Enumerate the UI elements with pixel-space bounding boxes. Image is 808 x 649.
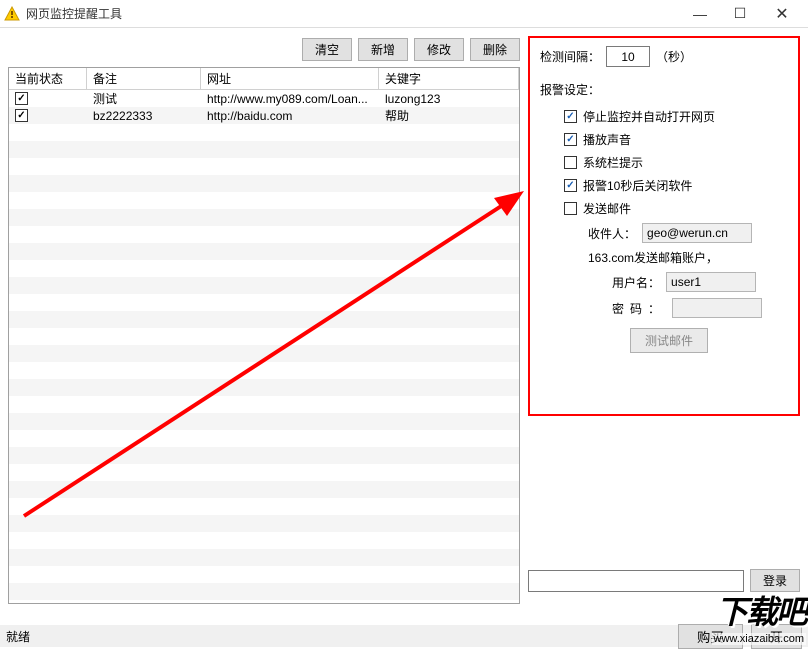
label-play-sound: 播放声音 bbox=[583, 131, 631, 148]
clear-button[interactable]: 清空 bbox=[302, 38, 352, 61]
table-row-empty bbox=[9, 345, 519, 362]
interval-input[interactable] bbox=[606, 46, 650, 67]
minimize-button[interactable]: — bbox=[680, 0, 720, 28]
cell-keyword: luzong123 bbox=[379, 90, 519, 107]
status-text: 就绪 bbox=[6, 628, 670, 645]
label-close-10s: 报警10秒后关闭软件 bbox=[583, 177, 692, 194]
table-row-empty bbox=[9, 260, 519, 277]
table-row-empty bbox=[9, 481, 519, 498]
recipient-label: 收件人： bbox=[588, 225, 636, 242]
row-checkbox[interactable] bbox=[15, 109, 28, 122]
checkbox-close-10s[interactable] bbox=[564, 179, 577, 192]
table-row-empty bbox=[9, 447, 519, 464]
header-url[interactable]: 网址 bbox=[201, 68, 379, 89]
username-input[interactable] bbox=[666, 272, 756, 292]
mail-account-note: 163.com发送邮箱账户， bbox=[588, 249, 718, 266]
table-row-empty bbox=[9, 277, 519, 294]
table-row-empty bbox=[9, 430, 519, 447]
table-row-empty bbox=[9, 515, 519, 532]
cell-url: http://baidu.com bbox=[201, 107, 379, 124]
maximize-button[interactable]: ☐ bbox=[720, 0, 760, 28]
table-row-empty bbox=[9, 175, 519, 192]
table-row-empty bbox=[9, 311, 519, 328]
left-pane: 清空 新增 修改 删除 当前状态 备注 网址 关键字 测试http://www.… bbox=[8, 36, 520, 604]
table-row-empty bbox=[9, 243, 519, 260]
table-row-empty bbox=[9, 192, 519, 209]
table-row-empty bbox=[9, 362, 519, 379]
table-row-empty bbox=[9, 498, 519, 515]
table-row[interactable]: 测试http://www.my089.com/Loan...luzong123 bbox=[9, 90, 519, 107]
table-row-empty bbox=[9, 600, 519, 603]
table-row-empty bbox=[9, 294, 519, 311]
table-row-empty bbox=[9, 379, 519, 396]
buy-button[interactable]: 购买 bbox=[678, 624, 743, 649]
username-label: 用户名： bbox=[612, 274, 660, 291]
right-pane: 检测间隔： （秒） 报警设定： 停止监控并自动打开网页 播放声音 系统栏提示 bbox=[528, 36, 800, 604]
checkbox-tray-tip[interactable] bbox=[564, 156, 577, 169]
table-row-empty bbox=[9, 328, 519, 345]
header-state[interactable]: 当前状态 bbox=[9, 68, 87, 89]
table-row-empty bbox=[9, 464, 519, 481]
titlebar: 网页监控提醒工具 — ☐ ✕ bbox=[0, 0, 808, 28]
table-row-empty bbox=[9, 566, 519, 583]
statusbar: 就绪 购买 开 bbox=[0, 625, 808, 647]
table-row-empty bbox=[9, 549, 519, 566]
list-header: 当前状态 备注 网址 关键字 bbox=[9, 68, 519, 90]
header-keyword[interactable]: 关键字 bbox=[379, 68, 519, 89]
password-input[interactable] bbox=[672, 298, 762, 318]
list-body: 测试http://www.my089.com/Loan...luzong123b… bbox=[9, 90, 519, 603]
open-button[interactable]: 开 bbox=[751, 624, 802, 649]
cell-url: http://www.my089.com/Loan... bbox=[201, 90, 379, 107]
close-button[interactable]: ✕ bbox=[760, 0, 804, 28]
window-title: 网页监控提醒工具 bbox=[26, 5, 680, 22]
row-checkbox[interactable] bbox=[15, 92, 28, 105]
table-row-empty bbox=[9, 226, 519, 243]
login-input[interactable] bbox=[528, 570, 744, 592]
cell-note: 测试 bbox=[87, 90, 201, 107]
table-row-empty bbox=[9, 396, 519, 413]
login-row: 登录 bbox=[528, 569, 800, 604]
checkbox-stop-open[interactable] bbox=[564, 110, 577, 123]
toolbar: 清空 新增 修改 删除 bbox=[8, 36, 520, 67]
recipient-input[interactable] bbox=[642, 223, 752, 243]
label-stop-open: 停止监控并自动打开网页 bbox=[583, 108, 715, 125]
table-row-empty bbox=[9, 124, 519, 141]
table-row[interactable]: bz2222333http://baidu.com帮助 bbox=[9, 107, 519, 124]
delete-button[interactable]: 删除 bbox=[470, 38, 520, 61]
table-row-empty bbox=[9, 583, 519, 600]
monitor-list[interactable]: 当前状态 备注 网址 关键字 测试http://www.my089.com/Lo… bbox=[8, 67, 520, 604]
add-button[interactable]: 新增 bbox=[358, 38, 408, 61]
label-tray-tip: 系统栏提示 bbox=[583, 154, 643, 171]
edit-button[interactable]: 修改 bbox=[414, 38, 464, 61]
login-button[interactable]: 登录 bbox=[750, 569, 800, 592]
test-mail-button[interactable]: 测试邮件 bbox=[630, 328, 708, 353]
interval-label: 检测间隔： bbox=[540, 48, 600, 65]
alarm-settings-label: 报警设定： bbox=[540, 81, 600, 98]
header-note[interactable]: 备注 bbox=[87, 68, 201, 89]
table-row-empty bbox=[9, 158, 519, 175]
app-icon bbox=[4, 6, 20, 22]
checkbox-send-mail[interactable] bbox=[564, 202, 577, 215]
interval-unit: （秒） bbox=[656, 48, 692, 65]
label-send-mail: 发送邮件 bbox=[583, 200, 631, 217]
table-row-empty bbox=[9, 141, 519, 158]
table-row-empty bbox=[9, 532, 519, 549]
settings-panel: 检测间隔： （秒） 报警设定： 停止监控并自动打开网页 播放声音 系统栏提示 bbox=[528, 36, 800, 416]
checkbox-play-sound[interactable] bbox=[564, 133, 577, 146]
cell-keyword: 帮助 bbox=[379, 107, 519, 124]
table-row-empty bbox=[9, 209, 519, 226]
cell-note: bz2222333 bbox=[87, 107, 201, 124]
password-label: 密码： bbox=[612, 300, 666, 317]
table-row-empty bbox=[9, 413, 519, 430]
